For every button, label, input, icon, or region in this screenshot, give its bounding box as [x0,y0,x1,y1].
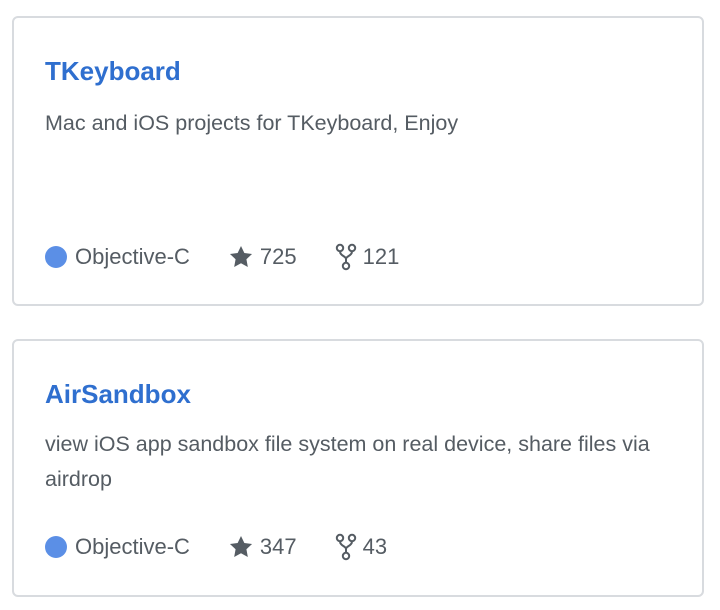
repo-title-link[interactable]: TKeyboard [45,54,181,88]
repo-language: Objective-C [45,532,190,562]
repo-description: view iOS app sandbox file system on real… [45,432,650,491]
repo-description: Mac and iOS projects for TKeyboard, Enjo… [45,111,459,135]
fork-icon [335,533,356,561]
repo-title-link[interactable]: AirSandbox [45,377,191,411]
repo-forks[interactable]: 43 [335,532,387,562]
repo-forks-count: 121 [362,244,400,269]
language-color-dot [45,536,67,558]
repo-stars[interactable]: 725 [228,242,297,272]
repo-language: Objective-C [45,242,190,272]
star-icon [229,535,252,557]
repo-language-label: Objective-C [75,534,190,559]
repo-stars[interactable]: 347 [228,532,297,562]
repo-card: TKeyboard Mac and iOS projects for TKeyb… [12,16,704,306]
repo-meta: Objective-C 725 121 [45,242,437,272]
repo-forks[interactable]: 121 [335,242,400,272]
star-icon [229,245,252,267]
language-color-dot [45,246,67,268]
repo-language-label: Objective-C [75,244,190,269]
repo-stars-count: 725 [259,244,297,269]
fork-icon [335,243,356,271]
repo-stars-count: 347 [259,534,297,559]
repo-forks-count: 43 [362,534,388,559]
repo-card: AirSandbox view iOS app sandbox file sys… [12,339,704,597]
repo-meta: Objective-C 347 43 [45,532,425,562]
